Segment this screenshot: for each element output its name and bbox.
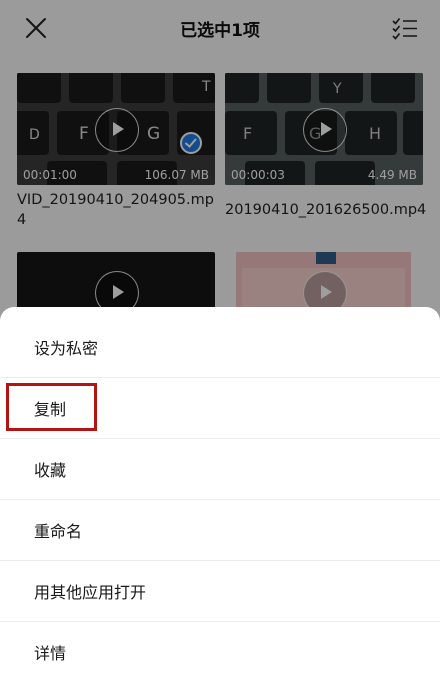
menu-item-details[interactable]: 详情 bbox=[0, 622, 440, 682]
action-sheet: 设为私密 复制 收藏 重命名 用其他应用打开 详情 bbox=[0, 307, 440, 680]
menu-item-favorite[interactable]: 收藏 bbox=[0, 439, 440, 499]
menu-item-open-with[interactable]: 用其他应用打开 bbox=[0, 561, 440, 621]
menu-item-set-private[interactable]: 设为私密 bbox=[0, 317, 440, 377]
highlight-box bbox=[6, 383, 97, 431]
menu-item-rename[interactable]: 重命名 bbox=[0, 500, 440, 560]
